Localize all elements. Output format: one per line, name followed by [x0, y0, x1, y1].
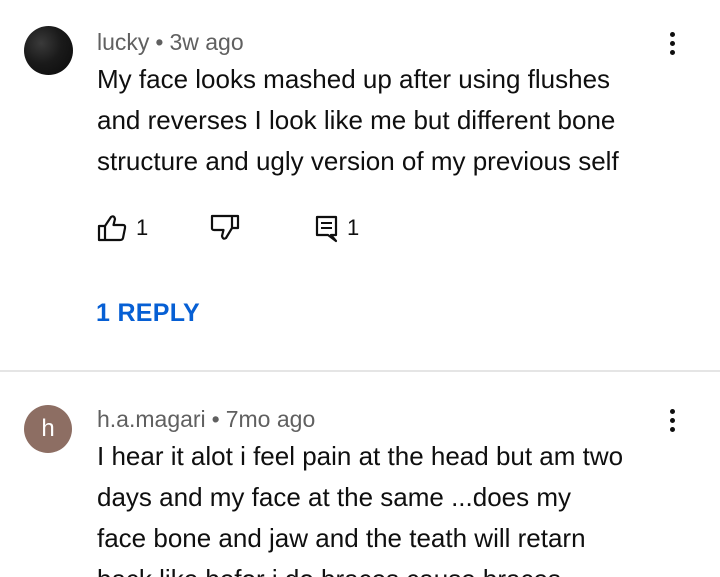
meta-separator: • — [155, 29, 164, 55]
comment-time: 7mo ago — [225, 406, 316, 432]
avatar[interactable] — [24, 26, 73, 75]
thumb-up-icon — [97, 215, 127, 242]
more-vert-icon-dot — [670, 41, 675, 46]
comment-text: My face looks mashed up after using flus… — [97, 64, 619, 176]
avatar[interactable]: h — [24, 405, 72, 453]
more-vert-icon-dot — [670, 50, 675, 55]
comment-text: I hear it alot i feel pain at the head b… — [97, 441, 624, 577]
more-vert-icon — [670, 32, 675, 37]
more-options-button[interactable] — [660, 406, 684, 436]
author-name[interactable]: lucky — [97, 29, 149, 55]
comment-header: lucky • 3w ago — [97, 29, 244, 56]
more-vert-icon — [670, 409, 675, 414]
more-vert-icon-dot — [670, 418, 675, 423]
comment-item: lucky • 3w ago My face looks mashed up aft… — [0, 0, 720, 370]
more-options-button[interactable] — [660, 29, 684, 59]
like-button[interactable]: 1 — [96, 210, 148, 246]
comment-header: h.a.magari • 7mo ago — [97, 406, 315, 433]
reply-icon — [315, 215, 338, 243]
like-count: 1 — [136, 215, 149, 240]
comment-time: 3w ago — [169, 29, 244, 55]
author-name[interactable]: h.a.magari — [97, 406, 206, 432]
meta-separator: • — [211, 406, 220, 432]
dislike-button[interactable] — [209, 210, 241, 246]
reply-count: 1 — [347, 215, 360, 240]
thumb-down-icon — [210, 214, 240, 240]
view-replies-link[interactable]: 1 REPLY — [96, 299, 200, 328]
more-vert-icon-dot — [670, 427, 675, 432]
comment-item: h h.a.magari • 7mo ago I hear it alot i fe… — [0, 372, 720, 577]
reply-button[interactable]: 1 — [315, 210, 359, 246]
